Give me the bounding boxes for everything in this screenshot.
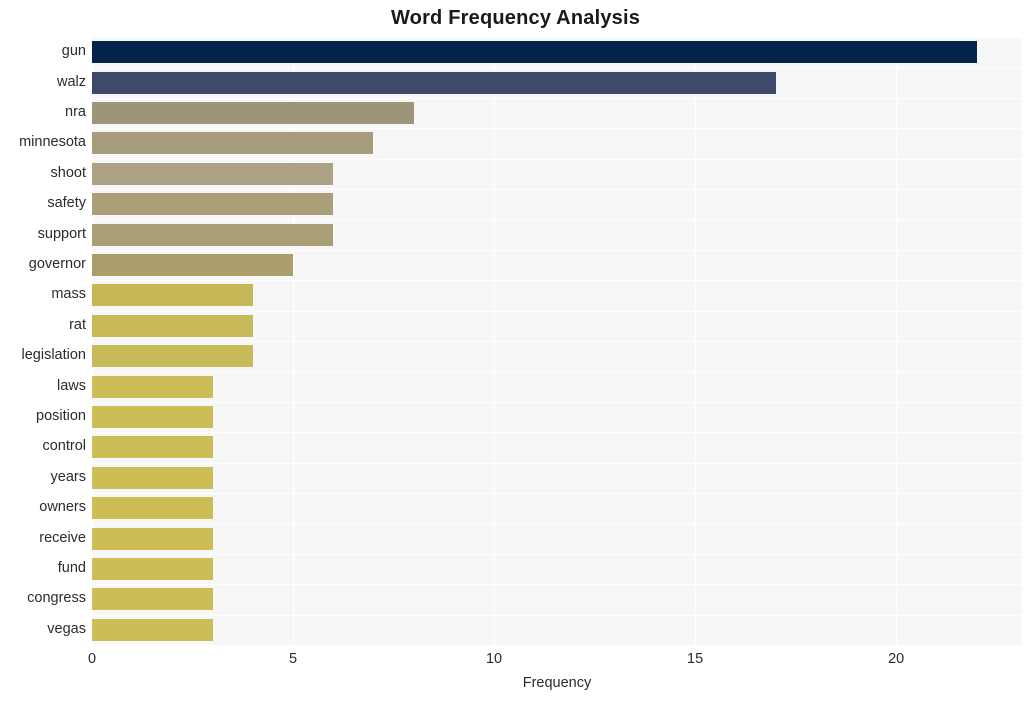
chart-figure: Word Frequency Analysis gun walz nra minnes…: [0, 0, 1031, 701]
gridline-horizontal: [92, 615, 1022, 616]
x-axis-tick-label: 0: [87, 651, 97, 667]
y-axis-tick-label: mass: [51, 286, 86, 303]
gridline-horizontal: [92, 67, 1022, 68]
x-axis-title: Frequency: [522, 675, 592, 691]
y-axis-tick-label: years: [50, 468, 86, 485]
gridline-horizontal: [92, 128, 1022, 129]
y-axis-tick-label: congress: [27, 590, 86, 607]
bar: [92, 223, 334, 246]
y-axis-tick-label: shoot: [50, 164, 86, 181]
gridline-horizontal: [92, 493, 1022, 494]
bar: [92, 588, 213, 611]
bar: [92, 193, 334, 216]
gridline-horizontal: [92, 554, 1022, 555]
gridline-horizontal: [92, 432, 1022, 433]
y-axis-tick-label: laws: [56, 377, 86, 394]
y-axis-tick-label: legislation: [21, 347, 87, 364]
gridline-horizontal: [92, 341, 1022, 342]
y-axis-tick-label: walz: [56, 73, 86, 90]
bar: [92, 284, 253, 307]
gridline-horizontal: [92, 645, 1022, 646]
x-axis-tick-label: 15: [687, 651, 704, 667]
y-axis-tick-label: safety: [47, 195, 86, 212]
bar: [92, 466, 213, 489]
gridline-horizontal: [92, 280, 1022, 281]
gridline-horizontal: [92, 311, 1022, 312]
bar: [92, 375, 213, 398]
gridline-horizontal: [92, 189, 1022, 190]
bar: [92, 102, 414, 124]
gridline-horizontal: [92, 219, 1022, 220]
bar: [92, 132, 374, 155]
y-axis-tick-label: receive: [39, 529, 86, 546]
bar: [92, 254, 294, 276]
bar: [92, 558, 213, 580]
x-axis-tick-label: 20: [888, 651, 905, 667]
gridline-horizontal: [92, 98, 1022, 99]
plot-area: [92, 37, 1022, 646]
gridline-horizontal: [92, 463, 1022, 464]
y-axis-tick-label: control: [42, 438, 86, 455]
bar: [92, 71, 776, 94]
gridline-horizontal: [92, 523, 1022, 524]
x-axis-tick-labels: 0 5 10 15 20: [0, 650, 1031, 672]
gridline-horizontal: [92, 584, 1022, 585]
bar: [92, 162, 334, 185]
y-axis-tick-labels: gun walz nra minnesota shoot safety support gov…: [0, 37, 86, 645]
y-axis-tick-label: fund: [57, 560, 86, 576]
gridline-horizontal: [92, 159, 1022, 160]
gridline-horizontal: [92, 371, 1022, 372]
bar: [92, 345, 253, 368]
y-axis-tick-label: position: [36, 408, 86, 424]
y-axis-tick-label: governor: [28, 256, 86, 272]
bar: [92, 41, 977, 64]
gridline-horizontal: [92, 402, 1022, 403]
y-axis-tick-label: minnesota: [19, 134, 86, 151]
bar: [92, 436, 213, 459]
x-axis-tick-label: 5: [288, 651, 298, 667]
gridline-horizontal: [92, 37, 1022, 38]
bar: [92, 618, 213, 641]
y-axis-tick-label: nra: [65, 104, 86, 120]
bar: [92, 406, 213, 428]
bar: [92, 497, 213, 520]
y-axis-tick-label: rat: [69, 316, 86, 333]
y-axis-tick-label: owners: [39, 499, 86, 516]
bar: [92, 314, 253, 337]
x-axis-tick-label: 10: [485, 651, 503, 667]
chart-title: Word Frequency Analysis: [390, 7, 641, 29]
y-axis-tick-label: support: [37, 225, 86, 242]
gridline-horizontal: [92, 250, 1022, 251]
y-axis-tick-label: gun: [61, 43, 86, 60]
bar: [92, 527, 213, 550]
y-axis-tick-label: vegas: [47, 620, 86, 637]
